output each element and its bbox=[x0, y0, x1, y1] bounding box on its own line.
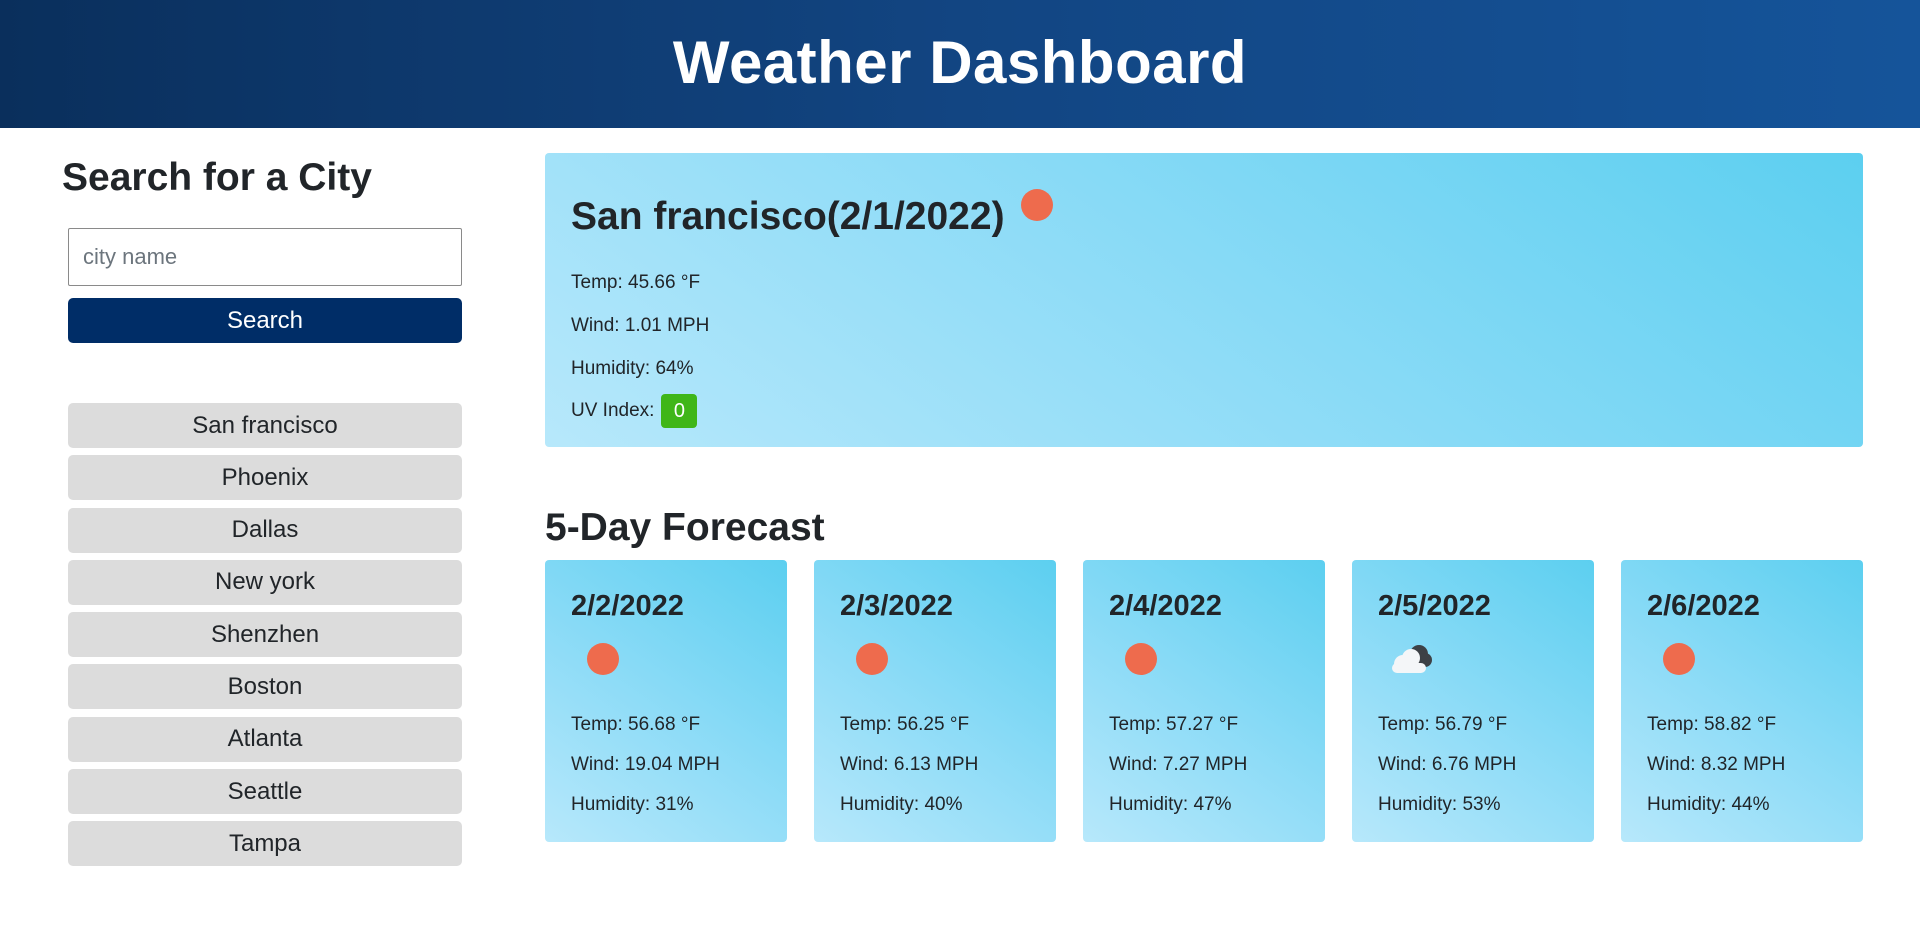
current-temp: Temp: 45.66 °F bbox=[571, 272, 701, 293]
forecast-temp: Temp: 58.82 °F bbox=[1647, 714, 1777, 735]
cloud-icon bbox=[1388, 643, 1434, 675]
forecast-wind: Wind: 8.32 MPH bbox=[1647, 754, 1786, 775]
page-title: Weather Dashboard bbox=[672, 28, 1248, 96]
forecast-wind: Wind: 7.27 MPH bbox=[1109, 754, 1248, 775]
forecast-title: 5-Day Forecast bbox=[545, 506, 825, 549]
forecast-date: 2/5/2022 bbox=[1378, 590, 1491, 622]
forecast-wind: Wind: 6.13 MPH bbox=[840, 754, 979, 775]
city-search-input[interactable] bbox=[68, 228, 462, 286]
forecast-temp: Temp: 57.27 °F bbox=[1109, 714, 1239, 735]
forecast-date: 2/4/2022 bbox=[1109, 590, 1222, 622]
forecast-card: 2/2/2022 Temp: 56.68 °F Wind: 19.04 MPH … bbox=[545, 560, 787, 842]
forecast-date: 2/3/2022 bbox=[840, 590, 953, 622]
search-heading: Search for a City bbox=[62, 156, 372, 199]
uv-index-label: UV Index: bbox=[571, 400, 655, 421]
history-item-boston[interactable]: Boston bbox=[68, 664, 462, 710]
forecast-list: 2/2/2022 Temp: 56.68 °F Wind: 19.04 MPH … bbox=[545, 560, 1863, 842]
history-item-phoenix[interactable]: Phoenix bbox=[68, 455, 462, 501]
sun-icon bbox=[1125, 643, 1157, 675]
current-wind: Wind: 1.01 MPH bbox=[571, 315, 710, 336]
history-item-san-francisco[interactable]: San francisco bbox=[68, 403, 462, 448]
forecast-humidity: Humidity: 47% bbox=[1109, 794, 1232, 815]
current-humidity: Humidity: 64% bbox=[571, 358, 694, 379]
forecast-humidity: Humidity: 53% bbox=[1378, 794, 1501, 815]
forecast-date: 2/2/2022 bbox=[571, 590, 684, 622]
history-item-atlanta[interactable]: Atlanta bbox=[68, 716, 462, 762]
search-button[interactable]: Search bbox=[68, 298, 462, 343]
current-city-title: San francisco(2/1/2022) bbox=[571, 195, 1005, 238]
forecast-card: 2/6/2022 Temp: 58.82 °F Wind: 8.32 MPH H… bbox=[1621, 560, 1863, 842]
forecast-wind: Wind: 19.04 MPH bbox=[571, 754, 720, 775]
sun-icon bbox=[1663, 643, 1695, 675]
forecast-humidity: Humidity: 31% bbox=[571, 794, 694, 815]
forecast-temp: Temp: 56.79 °F bbox=[1378, 714, 1508, 735]
forecast-temp: Temp: 56.25 °F bbox=[840, 714, 970, 735]
current-weather-card: San francisco(2/1/2022) Temp: 45.66 °F W… bbox=[545, 153, 1863, 447]
history-item-seattle[interactable]: Seattle bbox=[68, 769, 462, 815]
sun-icon bbox=[1020, 189, 1053, 221]
uv-index-row: UV Index: 0 bbox=[571, 394, 1837, 428]
uv-index-badge: 0 bbox=[661, 394, 698, 428]
forecast-card: 2/3/2022 Temp: 56.25 °F Wind: 6.13 MPH H… bbox=[814, 560, 1056, 842]
forecast-card: 2/4/2022 Temp: 57.27 °F Wind: 7.27 MPH H… bbox=[1083, 560, 1325, 842]
sun-icon bbox=[856, 643, 888, 675]
sun-icon bbox=[587, 643, 619, 675]
page-header: Weather Dashboard bbox=[0, 0, 1920, 128]
forecast-humidity: Humidity: 44% bbox=[1647, 794, 1770, 815]
forecast-humidity: Humidity: 40% bbox=[840, 794, 963, 815]
forecast-date: 2/6/2022 bbox=[1647, 590, 1760, 622]
search-history-list: San francisco Phoenix Dallas New york Sh… bbox=[68, 403, 462, 867]
history-item-tampa[interactable]: Tampa bbox=[68, 821, 462, 867]
sidebar: Search for a City Search San francisco P… bbox=[62, 156, 462, 874]
history-item-shenzhen[interactable]: Shenzhen bbox=[68, 612, 462, 658]
history-item-new-york[interactable]: New york bbox=[68, 559, 462, 605]
forecast-card: 2/5/2022 Temp: 56.79 °F Wind: 6.76 MPH H… bbox=[1352, 560, 1594, 842]
forecast-wind: Wind: 6.76 MPH bbox=[1378, 754, 1517, 775]
history-item-dallas[interactable]: Dallas bbox=[68, 507, 462, 553]
forecast-temp: Temp: 56.68 °F bbox=[571, 714, 701, 735]
